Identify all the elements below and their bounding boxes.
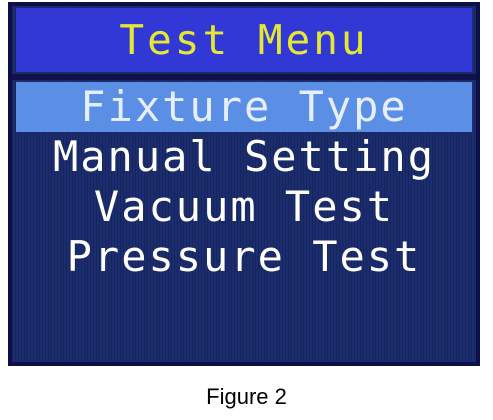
menu-item-fixture-type[interactable]: Fixture Type <box>16 82 472 132</box>
device-display-photo: Test Menu Fixture Type Manual Setting Va… <box>8 2 480 366</box>
lcd-screen: Test Menu Fixture Type Manual Setting Va… <box>12 6 476 362</box>
title-bar: Test Menu <box>16 8 472 72</box>
menu-item-pressure-test[interactable]: Pressure Test <box>16 232 472 282</box>
menu-item-manual-setting[interactable]: Manual Setting <box>16 132 472 182</box>
menu-item-vacuum-test[interactable]: Vacuum Test <box>16 182 472 232</box>
title-divider <box>12 74 476 80</box>
test-menu-list: Fixture Type Manual Setting Vacuum Test … <box>16 82 472 352</box>
menu-title: Test Menu <box>119 16 369 64</box>
figure-caption: Figure 2 <box>206 384 287 409</box>
